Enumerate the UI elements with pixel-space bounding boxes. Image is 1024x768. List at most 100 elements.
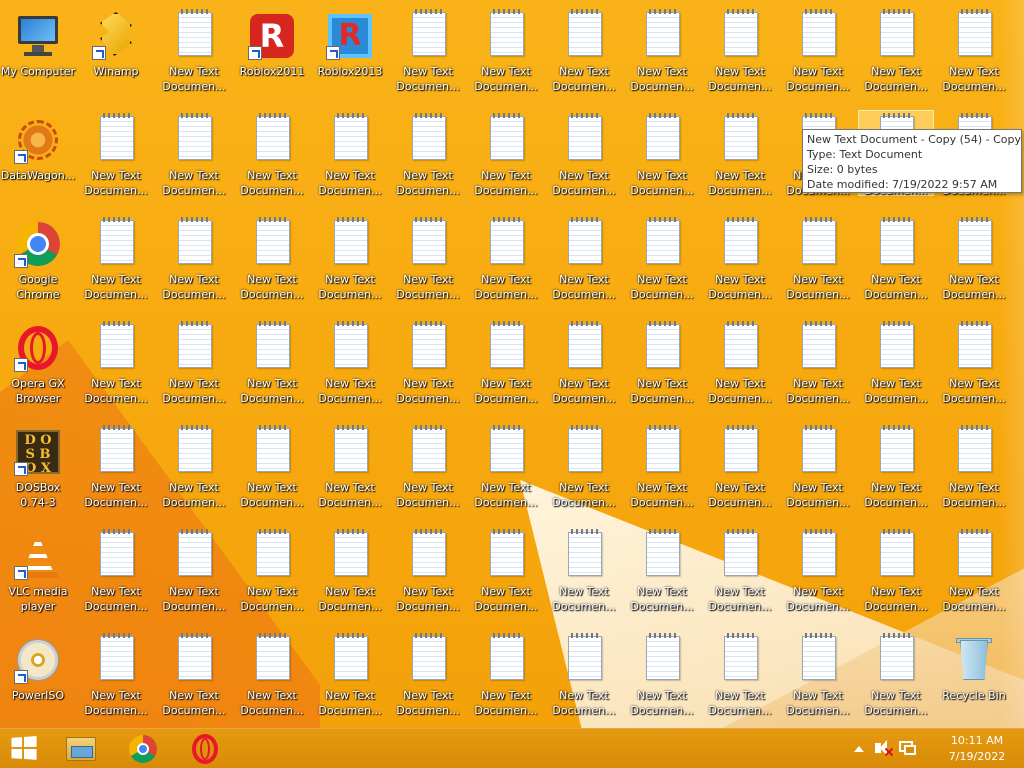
text-document-icon-item[interactable]: New Text Documen... bbox=[78, 106, 154, 204]
text-document-icon-item[interactable]: New Text Documen... bbox=[858, 210, 934, 308]
text-document-icon-item[interactable]: New Text Documen... bbox=[936, 314, 1012, 412]
text-document-icon-item[interactable]: New Text Documen... bbox=[234, 522, 310, 620]
text-document-icon-item[interactable]: New Text Documen... bbox=[468, 2, 544, 100]
text-document-icon-item[interactable]: New Text Documen... bbox=[234, 106, 310, 204]
text-document-icon-item[interactable]: New Text Documen... bbox=[234, 626, 310, 724]
text-document-icon-item[interactable]: New Text Documen... bbox=[780, 522, 856, 620]
my-computer-icon[interactable]: My Computer bbox=[0, 2, 76, 100]
text-document-icon-item[interactable]: New Text Documen... bbox=[390, 106, 466, 204]
text-document-icon-item[interactable]: New Text Documen... bbox=[624, 522, 700, 620]
text-document-icon-item[interactable]: New Text Documen... bbox=[546, 2, 622, 100]
text-document-icon-item[interactable]: New Text Documen... bbox=[936, 522, 1012, 620]
text-document-icon-item[interactable]: New Text Documen... bbox=[156, 210, 232, 308]
text-document-icon-item[interactable]: New Text Documen... bbox=[624, 106, 700, 204]
text-document-icon-item[interactable]: New Text Documen... bbox=[624, 626, 700, 724]
desktop[interactable]: My Computer Winamp New Text Documen... R Rob… bbox=[0, 0, 1024, 728]
text-document-icon-item[interactable]: New Text Documen... bbox=[702, 626, 778, 724]
text-document-icon-item[interactable]: New Text Documen... bbox=[390, 626, 466, 724]
network-icon[interactable] bbox=[897, 729, 917, 768]
text-document-icon-item[interactable]: New Text Documen... bbox=[624, 314, 700, 412]
text-document-icon-item[interactable]: New Text Documen... bbox=[156, 418, 232, 516]
text-document-icon-item[interactable]: New Text Documen... bbox=[312, 314, 388, 412]
text-document-icon-item[interactable]: New Text Documen... bbox=[702, 522, 778, 620]
taskbar-file-explorer[interactable] bbox=[56, 729, 104, 768]
text-document-icon-item[interactable]: New Text Documen... bbox=[858, 626, 934, 724]
text-document-icon-item[interactable]: New Text Documen... bbox=[780, 2, 856, 100]
text-document-icon-item[interactable]: New Text Documen... bbox=[780, 210, 856, 308]
roblox2013-icon[interactable]: R Roblox2013 bbox=[312, 2, 388, 100]
text-document-icon-item[interactable]: New Text Documen... bbox=[858, 314, 934, 412]
recycle-bin-icon[interactable]: Recycle Bin bbox=[936, 626, 1012, 724]
text-document-icon-item[interactable]: New Text Documen... bbox=[78, 314, 154, 412]
google-chrome-icon[interactable]: Google Chrome bbox=[0, 210, 76, 308]
text-document-icon-item[interactable]: New Text Documen... bbox=[78, 418, 154, 516]
taskbar-clock[interactable]: 10:11 AM 7/19/2022 bbox=[936, 733, 1018, 765]
text-document-icon-item[interactable]: New Text Documen... bbox=[936, 2, 1012, 100]
text-document-icon-item[interactable]: New Text Documen... bbox=[234, 418, 310, 516]
text-document-icon-item[interactable]: New Text Documen... bbox=[156, 314, 232, 412]
datawagon-icon[interactable]: DataWagon... bbox=[0, 106, 76, 204]
text-document-icon-item[interactable]: New Text Documen... bbox=[546, 314, 622, 412]
text-document-icon-item[interactable]: New Text Documen... bbox=[390, 314, 466, 412]
text-document-icon-item[interactable]: New Text Documen... bbox=[78, 626, 154, 724]
text-document-icon-item[interactable]: New Text Documen... bbox=[234, 210, 310, 308]
text-document-icon-item[interactable]: New Text Documen... bbox=[156, 522, 232, 620]
text-document-icon-item[interactable]: New Text Documen... bbox=[546, 418, 622, 516]
text-document-icon-item[interactable]: New Text Documen... bbox=[858, 522, 934, 620]
vlc-icon[interactable]: VLC media player bbox=[0, 522, 76, 620]
text-document-icon-item[interactable]: New Text Documen... bbox=[936, 418, 1012, 516]
dosbox-icon[interactable]: D OS BO X DOSBox 0.74-3 bbox=[0, 418, 76, 516]
text-document-icon-item[interactable]: New Text Documen... bbox=[78, 210, 154, 308]
text-document-icon-item[interactable]: New Text Documen... bbox=[234, 314, 310, 412]
volume-muted-icon[interactable] bbox=[872, 729, 892, 768]
text-document-icon-item[interactable]: New Text Documen... bbox=[312, 626, 388, 724]
taskbar-opera-gx[interactable] bbox=[180, 729, 228, 768]
text-document-icon-item[interactable]: New Text Documen... bbox=[156, 106, 232, 204]
text-document-icon-item[interactable]: New Text Documen... bbox=[468, 106, 544, 204]
text-document-icon-item[interactable]: New Text Documen... bbox=[780, 314, 856, 412]
text-document-icon-item[interactable]: New Text Documen... bbox=[468, 210, 544, 308]
text-document-icon-item[interactable]: New Text Documen... bbox=[312, 210, 388, 308]
text-document-icon-item[interactable]: New Text Documen... bbox=[468, 314, 544, 412]
text-document-icon-item[interactable]: New Text Documen... bbox=[702, 418, 778, 516]
text-document-icon-item[interactable]: New Text Documen... bbox=[858, 2, 934, 100]
text-document-icon-item[interactable]: New Text Documen... bbox=[390, 2, 466, 100]
taskbar-google-chrome[interactable] bbox=[118, 729, 166, 768]
text-document-icon-item[interactable]: New Text Documen... bbox=[702, 2, 778, 100]
text-document-icon-item[interactable]: New Text Documen... bbox=[624, 2, 700, 100]
text-document-icon-item[interactable]: New Text Documen... bbox=[156, 2, 232, 100]
text-document-icon-item[interactable]: New Text Documen... bbox=[936, 210, 1012, 308]
text-document-icon-item[interactable]: New Text Documen... bbox=[624, 210, 700, 308]
opera-gx-icon[interactable]: Opera GX Browser bbox=[0, 314, 76, 412]
show-hidden-icons-chevron-icon[interactable] bbox=[850, 729, 866, 768]
text-document-icon-item[interactable]: New Text Documen... bbox=[390, 522, 466, 620]
text-document-icon bbox=[802, 529, 836, 576]
winamp-icon[interactable]: Winamp bbox=[78, 2, 154, 100]
text-document-icon-item[interactable]: New Text Documen... bbox=[702, 314, 778, 412]
start-button[interactable] bbox=[0, 729, 48, 768]
roblox2011-icon[interactable]: R Roblox2011 bbox=[234, 2, 310, 100]
icon-label: New Text Documen... bbox=[474, 169, 538, 197]
text-document-icon-item[interactable]: New Text Documen... bbox=[312, 106, 388, 204]
text-document-icon-item[interactable]: New Text Documen... bbox=[702, 210, 778, 308]
text-document-icon-item[interactable]: New Text Documen... bbox=[78, 522, 154, 620]
text-document-icon-item[interactable]: New Text Documen... bbox=[468, 418, 544, 516]
text-document-icon-item[interactable]: New Text Documen... bbox=[702, 106, 778, 204]
text-document-icon-item[interactable]: New Text Documen... bbox=[546, 210, 622, 308]
text-document-icon-item[interactable]: New Text Documen... bbox=[390, 418, 466, 516]
icon-label: New Text Documen... bbox=[474, 585, 538, 613]
text-document-icon-item[interactable]: New Text Documen... bbox=[546, 522, 622, 620]
text-document-icon-item[interactable]: New Text Documen... bbox=[546, 626, 622, 724]
text-document-icon-item[interactable]: New Text Documen... bbox=[624, 418, 700, 516]
text-document-icon-item[interactable]: New Text Documen... bbox=[390, 210, 466, 308]
text-document-icon-item[interactable]: New Text Documen... bbox=[468, 626, 544, 724]
text-document-icon-item[interactable]: New Text Documen... bbox=[312, 522, 388, 620]
text-document-icon-item[interactable]: New Text Documen... bbox=[780, 626, 856, 724]
text-document-icon-item[interactable]: New Text Documen... bbox=[312, 418, 388, 516]
text-document-icon-item[interactable]: New Text Documen... bbox=[156, 626, 232, 724]
text-document-icon-item[interactable]: New Text Documen... bbox=[780, 418, 856, 516]
text-document-icon-item[interactable]: New Text Documen... bbox=[858, 418, 934, 516]
poweriso-icon[interactable]: PowerISO bbox=[0, 626, 76, 724]
text-document-icon-item[interactable]: New Text Documen... bbox=[546, 106, 622, 204]
text-document-icon-item[interactable]: New Text Documen... bbox=[468, 522, 544, 620]
